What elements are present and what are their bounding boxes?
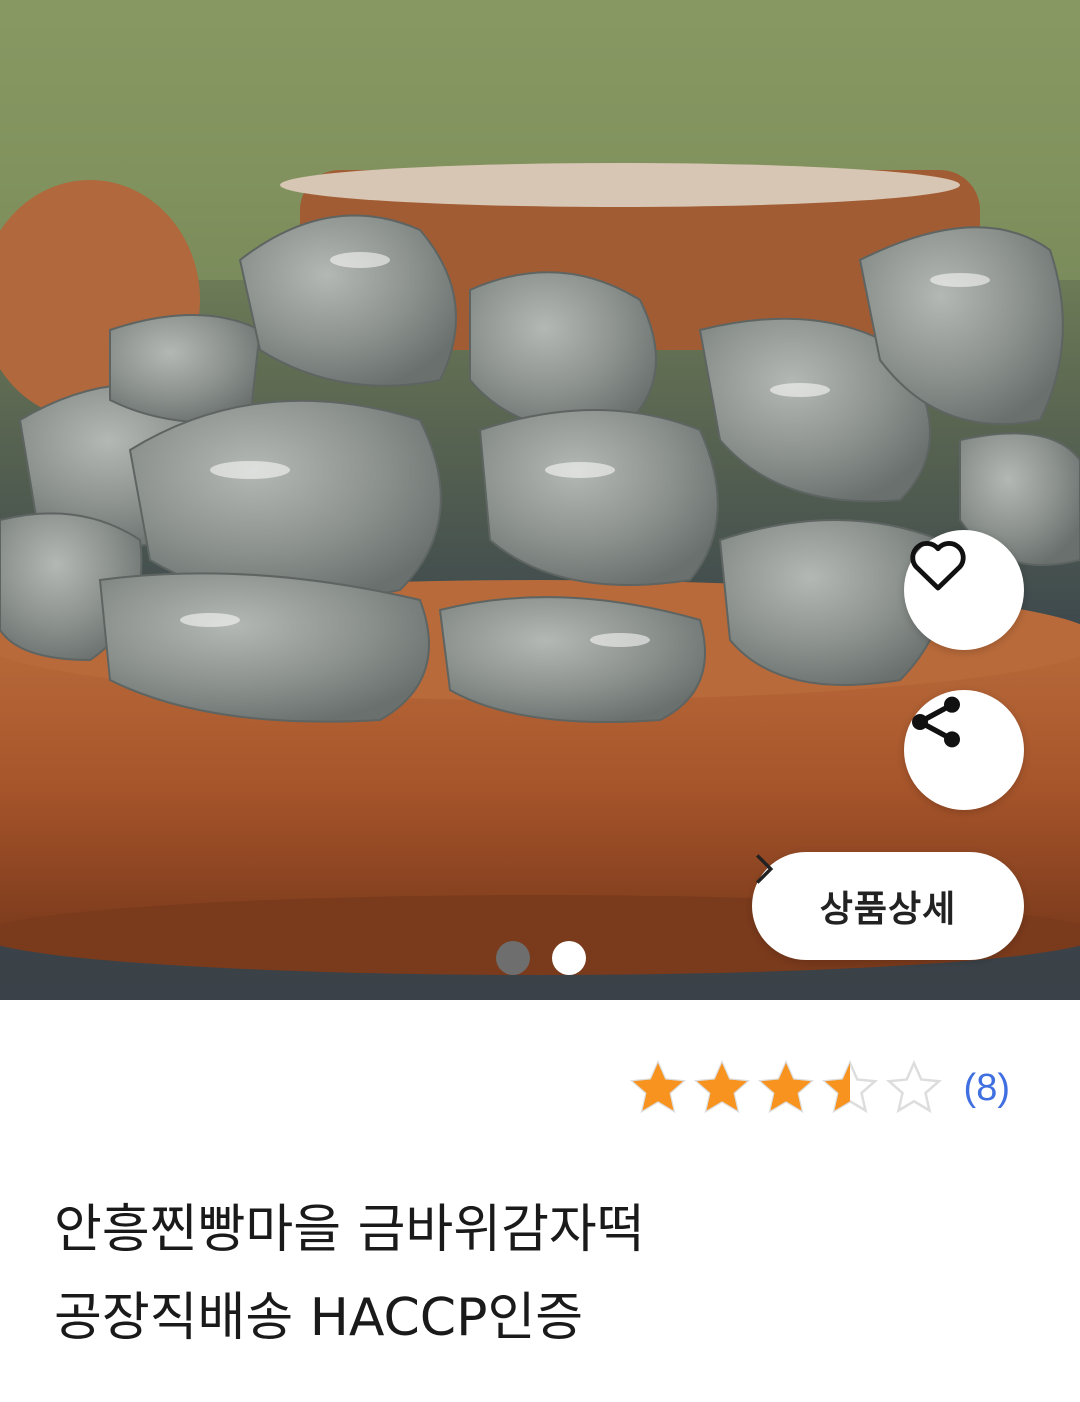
- share-button[interactable]: [904, 690, 1024, 810]
- product-detail-label: 상품상세: [819, 889, 957, 930]
- wishlist-button[interactable]: [904, 530, 1024, 650]
- star-icon: [629, 1059, 686, 1114]
- product-title-line2: 공장직배송 HACCP인증: [54, 1288, 584, 1348]
- rating-stars: [628, 1058, 944, 1118]
- carousel-indicator: [496, 941, 586, 975]
- carousel-dot-2[interactable]: [552, 941, 586, 975]
- product-detail-button[interactable]: 상품상세: [752, 852, 1024, 960]
- product-title-line1: 안흥찐빵마을 금바위감자떡: [54, 1200, 645, 1260]
- chevron-right-icon: [755, 854, 774, 884]
- product-photo: [0, 0, 1080, 975]
- star-icon: [757, 1059, 814, 1114]
- star-icon: [821, 1059, 878, 1114]
- share-icon: [912, 696, 960, 748]
- review-count[interactable]: (8): [964, 1067, 1010, 1110]
- product-rating[interactable]: (8): [628, 1058, 1010, 1118]
- star-icon: [693, 1059, 750, 1114]
- star-icon: [885, 1059, 942, 1114]
- product-title: 안흥찐빵마을 금바위감자떡 공장직배송 HACCP인증: [54, 1186, 1034, 1362]
- product-image[interactable]: 상품상세: [0, 0, 1080, 1000]
- heart-outline-icon: [910, 541, 966, 591]
- carousel-dot-1[interactable]: [496, 941, 530, 975]
